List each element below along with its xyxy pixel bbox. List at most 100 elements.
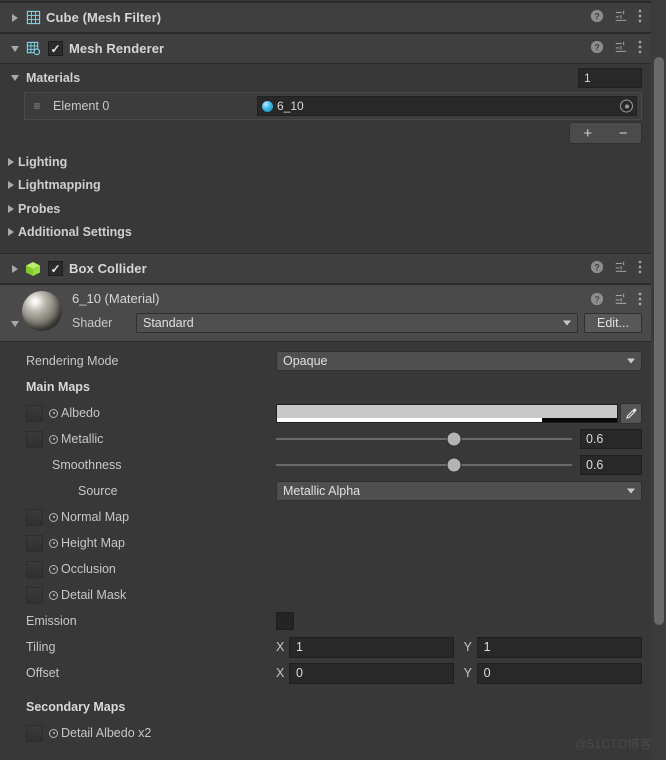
watermark: @51CTO博客 xyxy=(574,737,652,751)
preset-icon[interactable] xyxy=(614,292,628,309)
svg-text:?: ? xyxy=(594,12,599,22)
component-title: Box Collider xyxy=(69,261,147,276)
kebab-menu-icon[interactable] xyxy=(638,9,642,26)
foldout-materials[interactable] xyxy=(8,71,22,85)
material-title: 6_10 (Material) xyxy=(72,291,160,306)
materials-foldout-row[interactable]: Materials 1 xyxy=(0,64,666,92)
chevron-down-icon xyxy=(627,358,635,364)
eyedropper-icon[interactable] xyxy=(620,402,642,424)
albedo-color-field[interactable] xyxy=(276,403,618,423)
materials-label: Materials xyxy=(26,71,81,85)
foldout-box-collider[interactable] xyxy=(8,262,22,276)
metallic-slider[interactable] xyxy=(276,431,572,447)
smoothness-value-field[interactable]: 0.6 xyxy=(580,455,642,475)
height-map-toggle-icon[interactable] xyxy=(49,538,58,548)
offset-x-field[interactable]: 0 xyxy=(288,662,455,684)
chevron-down-icon xyxy=(563,320,571,326)
foldout-material[interactable] xyxy=(8,317,22,331)
preset-icon[interactable] xyxy=(614,260,628,277)
material-object-field[interactable]: 6_10 xyxy=(257,96,637,116)
mesh-renderer-enabled-checkbox[interactable] xyxy=(48,41,63,56)
preset-icon[interactable] xyxy=(614,40,628,57)
kebab-menu-icon[interactable] xyxy=(638,40,642,57)
component-header-icons: ? xyxy=(590,254,642,283)
kebab-menu-icon[interactable] xyxy=(638,260,642,277)
help-icon[interactable]: ? xyxy=(590,260,604,277)
foldout-additional-settings[interactable]: Additional Settings xyxy=(0,221,666,245)
drag-handle-icon[interactable]: ≡ xyxy=(29,100,45,112)
offset-row: Offset X 0 Y 0 xyxy=(0,660,666,686)
detail-albedo-texture-slot[interactable] xyxy=(26,724,43,742)
normal-map-row: Normal Map xyxy=(0,504,666,530)
preset-icon[interactable] xyxy=(614,9,628,26)
rendering-mode-dropdown[interactable]: Opaque xyxy=(276,351,642,371)
svg-text:?: ? xyxy=(594,263,599,273)
foldout-probes[interactable]: Probes xyxy=(0,197,666,221)
svg-text:?: ? xyxy=(594,294,599,304)
metallic-texture-slot[interactable] xyxy=(26,430,43,448)
box-collider-enabled-checkbox[interactable] xyxy=(48,261,63,276)
material-object-value: 6_10 xyxy=(277,99,304,113)
metallic-slider-handle[interactable] xyxy=(447,432,461,446)
shader-row: Shader Standard Edit... xyxy=(72,313,642,333)
occlusion-texture-slot[interactable] xyxy=(26,560,43,578)
metallic-row: Metallic 0.6 xyxy=(0,426,666,452)
foldout-lightmapping[interactable]: Lightmapping xyxy=(0,174,666,198)
remove-element-button[interactable]: − xyxy=(606,126,642,141)
materials-element-row[interactable]: ≡ Element 0 6_10 xyxy=(24,92,642,120)
albedo-toggle-icon[interactable] xyxy=(49,408,58,418)
scrollbar-thumb[interactable] xyxy=(654,57,664,625)
offset-y-field[interactable]: 0 xyxy=(476,662,643,684)
normal-map-toggle-icon[interactable] xyxy=(49,512,58,522)
emission-color-swatch[interactable] xyxy=(276,612,294,630)
foldout-mesh-filter[interactable] xyxy=(8,11,22,25)
detail-mask-texture-slot[interactable] xyxy=(26,586,43,604)
smoothness-label: Smoothness xyxy=(52,458,122,472)
metallic-value-field[interactable]: 0.6 xyxy=(580,429,642,449)
component-header-mesh-renderer[interactable]: Mesh Renderer ? xyxy=(0,33,666,64)
add-element-button[interactable]: + xyxy=(570,126,606,141)
vertical-scrollbar[interactable] xyxy=(651,0,666,760)
edit-shader-button[interactable]: Edit... xyxy=(584,313,642,333)
material-preview-sphere xyxy=(22,291,62,331)
foldout-mesh-renderer[interactable] xyxy=(8,42,22,56)
smoothness-slider[interactable] xyxy=(276,457,572,473)
tiling-x-label: X xyxy=(276,640,285,654)
foldout-additional-settings-label: Additional Settings xyxy=(18,225,132,240)
occlusion-toggle-icon[interactable] xyxy=(49,564,58,574)
tiling-y-field[interactable]: 1 xyxy=(476,636,643,658)
shader-dropdown[interactable]: Standard xyxy=(136,313,578,333)
tiling-x-field[interactable]: 1 xyxy=(288,636,455,658)
foldout-lighting[interactable]: Lighting xyxy=(0,150,666,174)
occlusion-label: Occlusion xyxy=(61,562,116,576)
detail-albedo-toggle-icon[interactable] xyxy=(49,728,58,738)
normal-map-texture-slot[interactable] xyxy=(26,508,43,526)
foldout-lighting-label: Lighting xyxy=(18,154,68,169)
materials-count-field[interactable]: 1 xyxy=(578,68,642,88)
box-collider-icon xyxy=(24,260,42,278)
shader-label: Shader xyxy=(72,316,113,330)
component-header-mesh-filter[interactable]: Cube (Mesh Filter) ? xyxy=(0,2,666,33)
metallic-toggle-icon[interactable] xyxy=(49,434,58,444)
material-inspector-header: 6_10 (Material) ? Shader Standard Edit..… xyxy=(0,284,666,342)
component-title: Mesh Renderer xyxy=(69,41,165,56)
rendering-mode-row: Rendering Mode Opaque xyxy=(0,348,666,374)
help-icon[interactable]: ? xyxy=(590,292,604,309)
height-map-texture-slot[interactable] xyxy=(26,534,43,552)
help-icon[interactable]: ? xyxy=(590,9,604,26)
foldout-probes-label: Probes xyxy=(18,201,61,216)
albedo-label: Albedo xyxy=(61,406,100,420)
material-asset-icon xyxy=(262,100,273,112)
source-row: Source Metallic Alpha xyxy=(0,478,666,504)
array-size-buttons: + − xyxy=(569,122,642,144)
source-dropdown[interactable]: Metallic Alpha xyxy=(276,481,642,501)
detail-mask-toggle-icon[interactable] xyxy=(49,590,58,600)
smoothness-slider-handle[interactable] xyxy=(447,458,461,472)
unity-inspector-panel: Cube (Mesh Filter) ? ✓ Mesh Renderer ? M… xyxy=(0,0,666,760)
component-header-box-collider[interactable]: Box Collider ? xyxy=(0,253,666,284)
object-picker-icon[interactable] xyxy=(620,99,633,113)
kebab-menu-icon[interactable] xyxy=(638,292,642,309)
detail-albedo-row: Detail Albedo x2 xyxy=(0,720,666,746)
albedo-texture-slot[interactable] xyxy=(26,404,43,422)
help-icon[interactable]: ? xyxy=(590,40,604,57)
